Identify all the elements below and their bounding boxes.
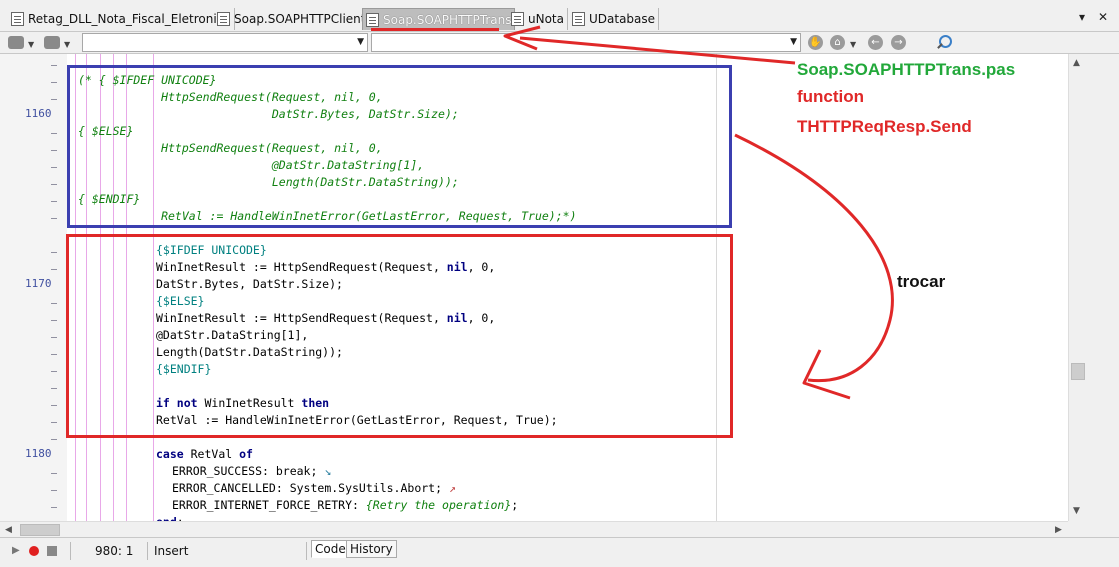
- tab-code[interactable]: Code: [311, 540, 350, 558]
- cursor-position: 980: 1: [95, 544, 134, 558]
- gutter-tick: [51, 218, 57, 219]
- code-line: case RetVal of: [156, 447, 253, 461]
- gutter-tick: [51, 371, 57, 372]
- chevron-down-icon[interactable]: ▼: [850, 40, 856, 49]
- tab-unota[interactable]: uNota: [508, 8, 568, 30]
- gutter-tick: [51, 507, 57, 508]
- divider: [306, 542, 307, 560]
- chevron-down-icon: ▼: [357, 37, 364, 47]
- code-line: ERROR_INTERNET_FORCE_RETRY: {Retry the o…: [172, 498, 519, 512]
- navigate-hand-icon[interactable]: ✋: [808, 35, 823, 50]
- unit-file-icon: [366, 12, 379, 27]
- gutter-tick: [51, 82, 57, 83]
- unit-file-icon: [511, 12, 524, 26]
- bookmark-icon[interactable]: [44, 36, 60, 49]
- code-line: ERROR_SUCCESS: break; ↘: [172, 464, 332, 478]
- tab-list-dropdown-icon[interactable]: ▾: [1079, 10, 1085, 24]
- scroll-right-icon[interactable]: ▶: [1055, 525, 1062, 535]
- gutter-tick: [51, 252, 57, 253]
- chevron-down-icon[interactable]: ▼: [28, 40, 34, 49]
- code-line: ERROR_CANCELLED: System.SysUtils.Abort; …: [172, 481, 456, 495]
- gutter-tick: [51, 388, 57, 389]
- scroll-thumb[interactable]: [1071, 363, 1085, 380]
- gutter-tick: [51, 439, 57, 440]
- gutter-fold-mark: [51, 201, 57, 202]
- tab-history[interactable]: History: [346, 540, 397, 558]
- gutter-tick: [51, 422, 57, 423]
- divider: [70, 542, 71, 560]
- line-number-gutter: 1160 1170 1180: [0, 54, 67, 521]
- annotation-function-label: function: [797, 87, 865, 106]
- chevron-down-icon[interactable]: ▼: [64, 40, 70, 49]
- gutter-tick: [51, 184, 57, 185]
- status-bar: ▶ 980: 1 Insert Code History: [0, 537, 1119, 567]
- unit-file-icon: [572, 12, 585, 26]
- annotation-method: THTTPReqResp.Send: [797, 117, 972, 136]
- replacement-code-box: [66, 234, 733, 438]
- gutter-tick: [51, 133, 57, 134]
- chevron-down-icon: ▼: [790, 37, 797, 47]
- editor-toolbar: ▼ ▼ ▼ ▼ ✋ ⌂ ▼ ← →: [0, 32, 1119, 54]
- commented-code-box: [67, 65, 732, 228]
- navigate-arrow-icon[interactable]: ↗: [442, 481, 456, 495]
- method-selector-combo[interactable]: ▼: [371, 33, 801, 52]
- gutter-tick: [51, 337, 57, 338]
- gutter-tick: [51, 490, 57, 491]
- unit-file-icon: [11, 12, 24, 26]
- navigate-arrow-icon[interactable]: ↘: [317, 464, 331, 478]
- editor-tab-bar: Retag_DLL_Nota_Fiscal_Eletronica Soap.SO…: [0, 0, 1119, 32]
- vertical-scrollbar[interactable]: ▲ ▼: [1068, 54, 1086, 521]
- back-arrow-icon[interactable]: ←: [868, 35, 883, 50]
- gutter-tick: [51, 99, 57, 100]
- annotation-replace: trocar: [897, 272, 946, 291]
- line-number: 1180: [25, 447, 52, 460]
- scroll-down-icon[interactable]: ▼: [1073, 506, 1080, 516]
- search-icon[interactable]: [935, 34, 952, 51]
- tab-retag-dll[interactable]: Retag_DLL_Nota_Fiscal_Eletronica: [8, 8, 235, 30]
- gutter-tick: [51, 473, 57, 474]
- divider: [147, 542, 148, 560]
- scroll-thumb[interactable]: [20, 524, 60, 536]
- class-selector-combo[interactable]: ▼: [82, 33, 368, 52]
- active-tab-highlight: [371, 28, 499, 31]
- gutter-tick: [51, 320, 57, 321]
- line-number: 1160: [25, 107, 52, 120]
- close-tab-icon[interactable]: ✕: [1098, 10, 1108, 24]
- record-macro-icon[interactable]: [29, 546, 39, 556]
- tab-udatabase[interactable]: UDatabase: [569, 8, 660, 30]
- gutter-tick: [51, 150, 57, 151]
- scroll-left-icon[interactable]: ◀: [5, 525, 12, 535]
- horizontal-scrollbar[interactable]: ◀ ▶: [0, 521, 1068, 537]
- line-number: 1170: [25, 277, 52, 290]
- tab-soaphttpclient[interactable]: Soap.SOAPHTTPClient: [214, 8, 370, 30]
- gutter-tick: [51, 405, 57, 406]
- gutter-tick: [51, 167, 57, 168]
- insert-mode: Insert: [154, 544, 189, 558]
- play-macro-icon[interactable]: ▶: [12, 545, 20, 556]
- gutter-tick: [51, 269, 57, 270]
- gutter-tick: [51, 65, 57, 66]
- annotation-filename: Soap.SOAPHTTPTrans.pas: [797, 60, 1016, 79]
- scroll-up-icon[interactable]: ▲: [1073, 58, 1080, 68]
- unit-file-icon: [217, 12, 230, 26]
- stop-macro-icon[interactable]: [47, 546, 57, 556]
- tool-palette-icon[interactable]: [8, 36, 24, 49]
- gutter-tick: [51, 354, 57, 355]
- forward-arrow-icon[interactable]: →: [891, 35, 906, 50]
- gutter-tick: [51, 303, 57, 304]
- history-icon[interactable]: ⌂: [830, 35, 845, 50]
- tab-soaphttptrans[interactable]: Soap.SOAPHTTPTrans: [362, 8, 516, 30]
